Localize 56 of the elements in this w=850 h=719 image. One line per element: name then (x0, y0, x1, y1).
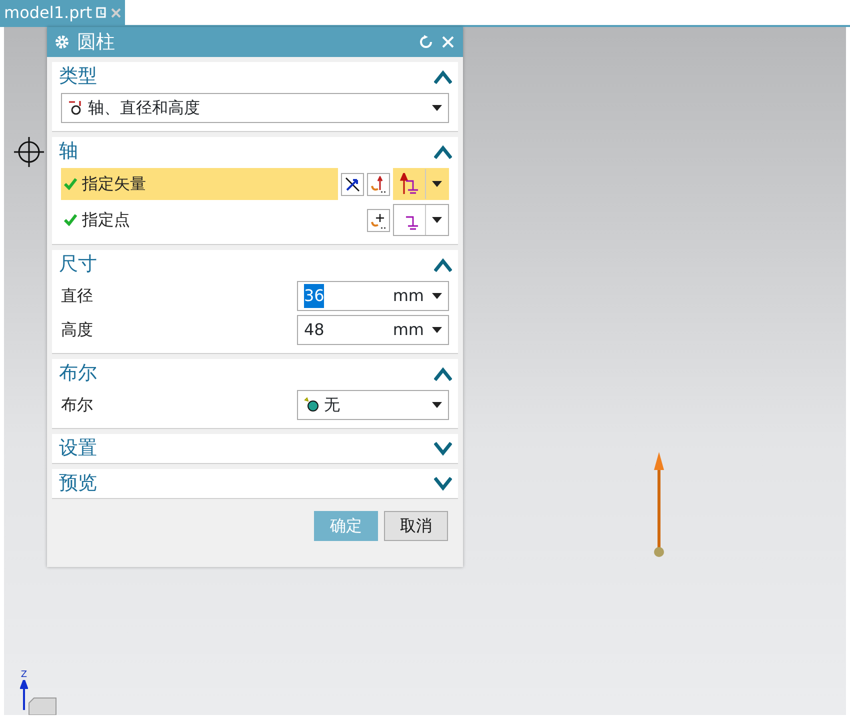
dropdown-value: 轴、直径和高度 (88, 97, 201, 119)
type-dropdown[interactable]: 轴、直径和高度 (61, 93, 449, 123)
dialog-title: 圆柱 (77, 30, 115, 55)
dropdown-arrow-icon[interactable] (432, 181, 442, 187)
boolean-dropdown[interactable]: 无 (297, 390, 449, 420)
dropdown-arrow-icon[interactable] (432, 105, 442, 111)
dropdown-arrow-icon[interactable] (432, 327, 442, 333)
dropdown-arrow-icon[interactable] (432, 402, 442, 408)
section-title[interactable]: 布尔 (59, 359, 97, 388)
z-axis-arrow-icon (20, 680, 28, 710)
field-value: 36 (304, 284, 324, 308)
collapse-chevron-icon[interactable] (434, 144, 452, 158)
vector-type-dropdown[interactable] (393, 204, 449, 236)
field-label: 布尔 (61, 394, 93, 416)
section-title[interactable]: 设置 (59, 434, 97, 463)
dropdown-arrow-icon[interactable] (432, 293, 442, 299)
expand-chevron-icon[interactable] (434, 476, 452, 490)
field-label: 高度 (61, 319, 93, 341)
dropdown-arrow-icon[interactable] (432, 217, 442, 223)
cancel-button[interactable]: 取消 (384, 511, 448, 541)
section-title[interactable]: 预览 (59, 469, 97, 498)
tab-title: model1.prt (4, 2, 92, 24)
vector-dialog-button[interactable] (367, 208, 390, 232)
number-field[interactable]: 36 mm (297, 281, 449, 311)
unit-label: mm (392, 285, 424, 307)
section-title[interactable]: 尺寸 (59, 250, 97, 279)
selection-label: 指定矢量 (82, 173, 146, 195)
gear-icon (55, 35, 69, 49)
axis-label: Z (20, 671, 28, 680)
crosshair-cursor-icon (13, 136, 45, 168)
point-plus-icon (370, 212, 387, 228)
expand-chevron-icon[interactable] (434, 442, 452, 456)
orient-arrow-icon (370, 176, 387, 192)
selection-label: 指定点 (82, 209, 130, 231)
box-drawing (28, 697, 58, 715)
vector-icon (400, 173, 420, 195)
field-label: 直径 (61, 285, 93, 307)
inferred-vector-button[interactable] (341, 172, 364, 196)
restore-icon[interactable] (96, 7, 108, 18)
selection-row[interactable]: 指定矢量 (61, 168, 338, 200)
cylinder-axis-icon (68, 100, 84, 116)
selection-row[interactable]: 指定点 (61, 204, 364, 236)
vector-dialog-button[interactable] (367, 172, 390, 196)
graphics-viewport[interactable]: 圆柱 类型 轴、直径和高度 轴 指定矢量 指定点 尺寸 直径 36 mm 高度 48 mm 布尔 布尔 无 设置 预览 确定 取消 Z (4, 27, 846, 715)
section-title[interactable]: 类型 (59, 62, 97, 91)
collapse-chevron-icon[interactable] (434, 70, 452, 84)
collapse-chevron-icon[interactable] (434, 258, 452, 272)
unit-label: mm (392, 319, 424, 341)
diagonal-arrow-icon (344, 176, 361, 192)
dropdown-value: 无 (324, 394, 340, 416)
number-field[interactable]: 48 mm (297, 315, 449, 345)
reset-icon[interactable] (419, 35, 433, 49)
section-title[interactable]: 轴 (59, 137, 78, 166)
field-value: 48 (304, 319, 324, 341)
boolean-none-icon (304, 397, 320, 413)
collapse-chevron-icon[interactable] (434, 366, 452, 380)
